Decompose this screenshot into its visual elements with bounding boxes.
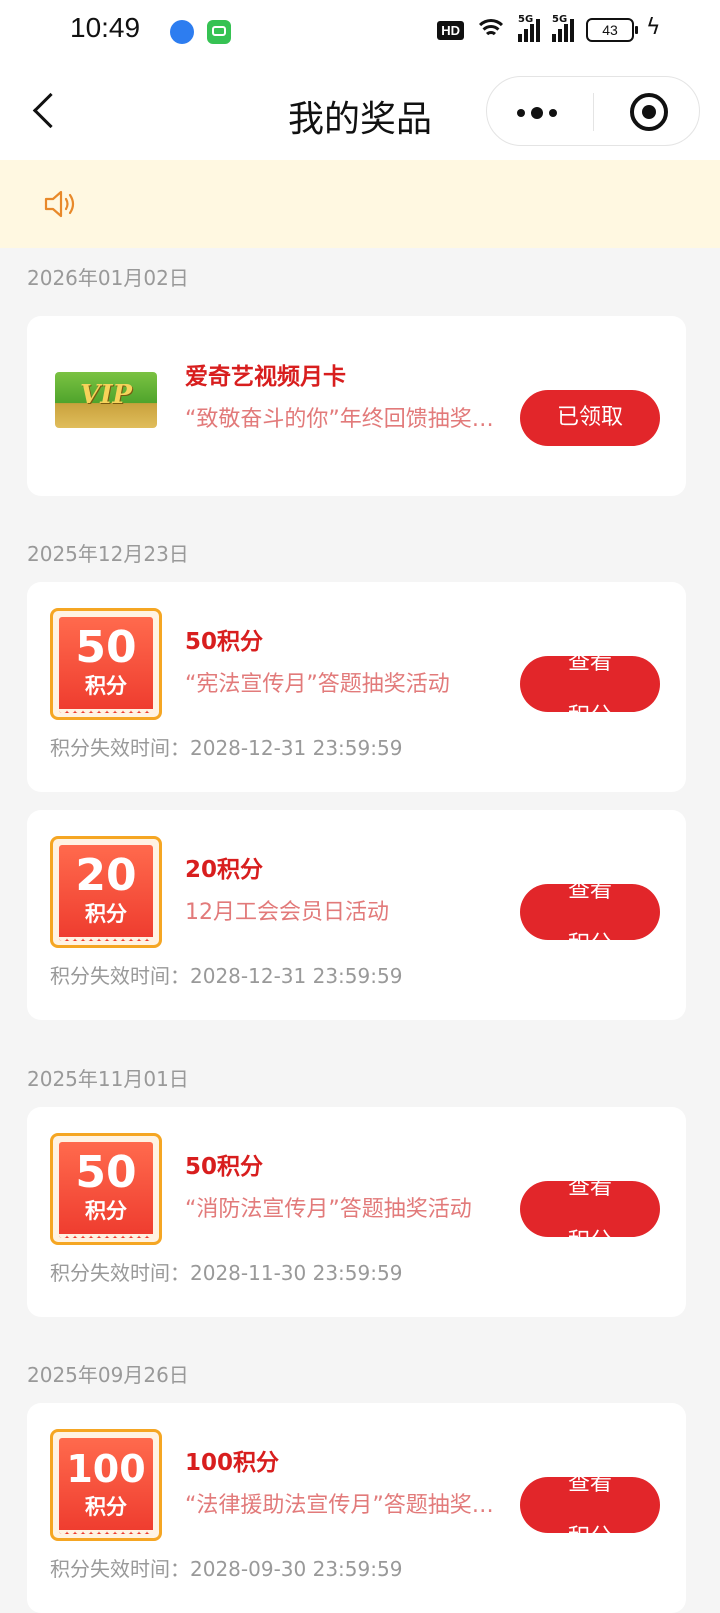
badge-value: 100 <box>66 1447 146 1491</box>
expire-info: 积分失效时间：2028-09-30 23:59:59 <box>50 1557 403 1581</box>
badge-value: 50 <box>75 1147 137 1198</box>
prize-desc: “法律援助法宣传月”答题抽奖活动 <box>185 1493 497 1518</box>
prize-card: VIP 爱奇艺视频月卡 “致敬奋斗的你”年终回馈抽奖活动 已领取 <box>27 316 686 496</box>
hd-voice-badge: HD <box>437 20 464 40</box>
battery-icon: 43 <box>586 18 638 42</box>
expire-info: 积分失效时间：2028-11-30 23:59:59 <box>50 1261 403 1285</box>
prize-name: 50积分 <box>185 629 264 655</box>
expire-info: 积分失效时间：2028-12-31 23:59:59 <box>50 964 403 988</box>
prize-desc: 12月工会会员日活动 <box>185 900 389 925</box>
status-indicators: HD 5G 5G 43 <box>437 14 661 42</box>
badge-unit: 积分 <box>85 1495 127 1519</box>
badge-unit: 积分 <box>85 1199 127 1223</box>
charging-icon <box>646 15 661 41</box>
prize-card: 50 积分 50积分 “宪法宣传月”答题抽奖活动 积分失效时间：2028-12-… <box>27 582 686 792</box>
view-points-button[interactable]: 查看积分 <box>520 656 660 712</box>
cellular-signal-icon: 5G <box>518 14 540 42</box>
date-header: 2026年01月02日 <box>27 266 189 290</box>
points-badge: 100 积分 <box>50 1429 162 1541</box>
points-badge: 50 积分 <box>50 608 162 720</box>
nav-bar: 我的奖品 <box>0 64 720 160</box>
date-header: 2025年11月01日 <box>27 1067 189 1091</box>
capsule-divider <box>593 93 594 131</box>
vip-card-image: VIP <box>55 372 157 428</box>
prize-name: 50积分 <box>185 1154 264 1180</box>
view-points-button[interactable]: 查看积分 <box>520 1181 660 1237</box>
expire-info: 积分失效时间：2028-12-31 23:59:59 <box>50 736 403 760</box>
points-badge: 20 积分 <box>50 836 162 948</box>
view-points-button[interactable]: 查看积分 <box>520 1477 660 1533</box>
prize-desc: “宪法宣传月”答题抽奖活动 <box>185 672 450 697</box>
cellular-signal-icon-2: 5G <box>552 14 574 42</box>
notice-bar <box>0 160 720 248</box>
message-notification-icon <box>207 20 231 44</box>
app-notification-icon <box>170 20 194 44</box>
prize-name: 爱奇艺视频月卡 <box>185 364 346 390</box>
badge-unit: 积分 <box>85 674 127 698</box>
points-badge: 50 积分 <box>50 1133 162 1245</box>
prize-name: 20积分 <box>185 857 264 883</box>
prize-card: 20 积分 20积分 12月工会会员日活动 积分失效时间：2028-12-31 … <box>27 810 686 1020</box>
prize-desc: “致敬奋斗的你”年终回馈抽奖活动 <box>185 407 497 432</box>
prize-card: 50 积分 50积分 “消防法宣传月”答题抽奖活动 积分失效时间：2028-11… <box>27 1107 686 1317</box>
badge-unit: 积分 <box>85 902 127 926</box>
prize-desc: “消防法宣传月”答题抽奖活动 <box>185 1197 472 1222</box>
date-header: 2025年12月23日 <box>27 542 189 566</box>
date-header: 2025年09月26日 <box>27 1363 189 1387</box>
status-bar: 10:49 HD 5G 5G 43 <box>0 0 720 64</box>
prize-name: 100积分 <box>185 1450 280 1476</box>
prize-card: 100 积分 100积分 “法律援助法宣传月”答题抽奖活动 积分失效时间：202… <box>27 1403 686 1613</box>
more-dots-icon[interactable] <box>517 107 557 119</box>
view-points-button[interactable]: 查看积分 <box>520 884 660 940</box>
badge-value: 20 <box>75 850 137 901</box>
mini-program-capsule <box>486 76 700 146</box>
claimed-button[interactable]: 已领取 <box>520 390 660 446</box>
speaker-icon <box>44 190 75 218</box>
target-icon[interactable] <box>630 93 668 131</box>
wifi-icon <box>474 19 508 41</box>
status-time: 10:49 <box>70 12 141 43</box>
badge-value: 50 <box>75 622 137 673</box>
